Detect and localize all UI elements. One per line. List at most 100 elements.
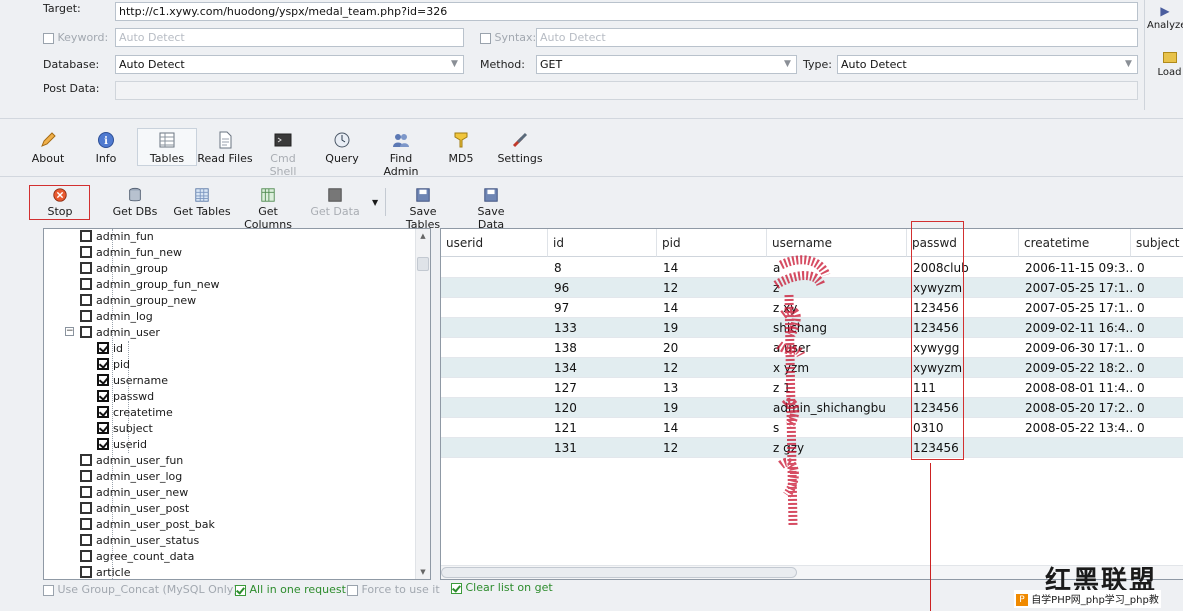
info-button[interactable]: i Info xyxy=(89,131,123,165)
tree-item[interactable]: agree_count_data xyxy=(80,549,194,565)
column-header-pid[interactable]: pid xyxy=(657,229,767,257)
cmd-shell-button[interactable]: Cmd Shell xyxy=(256,131,310,178)
database-select[interactable]: Auto Detect ▼ xyxy=(115,55,464,74)
tree-item-checkbox[interactable] xyxy=(97,390,109,402)
tree-item-checkbox[interactable] xyxy=(80,566,92,578)
tree-item-checkbox[interactable] xyxy=(80,262,92,274)
clear-list-option[interactable]: Clear list on get xyxy=(451,581,553,594)
group-concat-option[interactable]: Use Group_Concat (MySQL Only) xyxy=(43,583,238,596)
tree-item-checkbox[interactable] xyxy=(97,358,109,370)
stop-label: Stop xyxy=(47,205,73,218)
syntax-checkbox[interactable] xyxy=(480,32,491,44)
tree-item[interactable]: id xyxy=(97,341,123,357)
about-button[interactable]: About xyxy=(28,131,68,165)
tree-item[interactable]: admin_user xyxy=(80,325,160,341)
save-tables-button[interactable]: Save Tables xyxy=(392,187,454,231)
post-data-input[interactable] xyxy=(115,81,1138,100)
scroll-up-icon[interactable]: ▲ xyxy=(416,229,430,243)
syntax-input[interactable]: Auto Detect xyxy=(536,28,1138,47)
force-option[interactable]: Force to use it xyxy=(347,583,440,596)
tree-item-checkbox[interactable] xyxy=(80,294,92,306)
get-data-dropdown-icon[interactable]: ▼ xyxy=(372,198,378,207)
tree-item-checkbox[interactable] xyxy=(97,406,109,418)
tree-item-checkbox[interactable] xyxy=(97,342,109,354)
get-columns-button[interactable]: Get Columns xyxy=(236,187,300,231)
column-header-username[interactable]: username xyxy=(767,229,907,257)
tree-item-checkbox[interactable] xyxy=(97,438,109,450)
data-grid[interactable]: userid id pid username passwd createtime subje… xyxy=(440,228,1183,580)
load-button[interactable]: Load xyxy=(1156,52,1183,78)
tree-item-checkbox[interactable] xyxy=(80,518,92,530)
tree-item[interactable]: admin_group_new xyxy=(80,293,196,309)
column-header-userid[interactable]: userid xyxy=(441,229,548,257)
tree-item[interactable]: subject xyxy=(97,421,153,437)
tree-item-checkbox[interactable] xyxy=(97,374,109,386)
settings-button[interactable]: Settings xyxy=(496,131,544,165)
tree-item-checkbox[interactable] xyxy=(80,486,92,498)
get-dbs-button[interactable]: Get DBs xyxy=(112,187,158,218)
grid-icon xyxy=(195,188,209,202)
tree-item[interactable]: admin_user_log xyxy=(80,469,182,485)
tree-item[interactable]: admin_user_post xyxy=(80,501,189,517)
tree-item-checkbox[interactable] xyxy=(97,422,109,434)
tree-item[interactable]: admin_user_fun xyxy=(80,453,183,469)
tree-scrollbar[interactable]: ▲ ▼ xyxy=(415,229,430,579)
collapse-toggle-icon[interactable]: − xyxy=(65,327,74,336)
tree-item[interactable]: admin_group_fun_new xyxy=(80,277,219,293)
tree-item-checkbox[interactable] xyxy=(80,534,92,546)
tree-item[interactable]: admin_group xyxy=(80,261,168,277)
md5-button[interactable]: MD5 xyxy=(445,131,477,165)
tree-item[interactable]: admin_log xyxy=(80,309,153,325)
tree-item[interactable]: admin_user_new xyxy=(80,485,188,501)
hscroll-thumb[interactable] xyxy=(441,567,797,578)
scroll-down-icon[interactable]: ▼ xyxy=(416,565,430,579)
method-select[interactable]: GET ▼ xyxy=(536,55,797,74)
tree-item-checkbox[interactable] xyxy=(80,278,92,290)
tree-item-checkbox[interactable] xyxy=(80,326,92,338)
database-tree[interactable]: − admin_fun admin_fun_new admin_group admin… xyxy=(43,228,431,580)
tree-item-checkbox[interactable] xyxy=(80,550,92,562)
type-select[interactable]: Auto Detect ▼ xyxy=(837,55,1138,74)
tree-item[interactable]: createtime xyxy=(97,405,173,421)
tree-item[interactable]: passwd xyxy=(97,389,154,405)
column-header-id[interactable]: id xyxy=(548,229,657,257)
tree-item[interactable]: admin_user_post_bak xyxy=(80,517,215,533)
tree-item-checkbox[interactable] xyxy=(80,470,92,482)
syntax-option[interactable]: Syntax: xyxy=(480,31,536,44)
all-in-one-checkbox[interactable] xyxy=(235,584,246,596)
stop-button[interactable]: Stop xyxy=(38,187,82,218)
query-button[interactable]: Query xyxy=(323,131,361,165)
column-header-subject[interactable]: subject xyxy=(1131,229,1183,257)
analyze-button[interactable]: ▶ Analyze xyxy=(1147,4,1183,31)
save-data-button[interactable]: Save Data xyxy=(463,187,519,231)
group-concat-checkbox[interactable] xyxy=(43,584,54,596)
tree-item-checkbox[interactable] xyxy=(80,230,92,242)
tree-item[interactable]: pid xyxy=(97,357,130,373)
column-header-createtime[interactable]: createtime xyxy=(1019,229,1131,257)
tree-item[interactable]: username xyxy=(97,373,168,389)
tree-item[interactable]: article xyxy=(80,565,131,579)
get-tables-button[interactable]: Get Tables xyxy=(173,187,231,218)
keyword-option[interactable]: Keyword: xyxy=(43,31,108,44)
keyword-input[interactable]: Auto Detect xyxy=(115,28,464,47)
tree-item[interactable]: admin_fun xyxy=(80,229,154,245)
tree-item-checkbox[interactable] xyxy=(80,310,92,322)
force-checkbox[interactable] xyxy=(347,584,358,596)
tree-item[interactable]: admin_fun_new xyxy=(80,245,182,261)
tree-item[interactable]: admin_user_status xyxy=(80,533,199,549)
read-files-button[interactable]: Read Files xyxy=(197,131,253,165)
tree-item-checkbox[interactable] xyxy=(80,502,92,514)
keyword-checkbox[interactable] xyxy=(43,32,54,44)
clear-list-checkbox[interactable] xyxy=(451,582,462,594)
table-cell: 2008-05-20 17:2... xyxy=(1025,401,1133,415)
force-label: Force to use it xyxy=(361,583,440,596)
tree-item-checkbox[interactable] xyxy=(80,246,92,258)
tree-item[interactable]: userid xyxy=(97,437,147,453)
all-in-one-option[interactable]: All in one request. xyxy=(235,583,349,596)
target-input[interactable]: http://c1.xywy.com/huodong/yspx/medal_te… xyxy=(115,2,1138,21)
tree-item-checkbox[interactable] xyxy=(80,454,92,466)
scroll-thumb[interactable] xyxy=(417,257,429,271)
tables-button[interactable]: Tables xyxy=(145,131,189,165)
find-admin-button[interactable]: Find Admin xyxy=(372,131,430,178)
get-data-button[interactable]: Get Data xyxy=(310,187,360,218)
